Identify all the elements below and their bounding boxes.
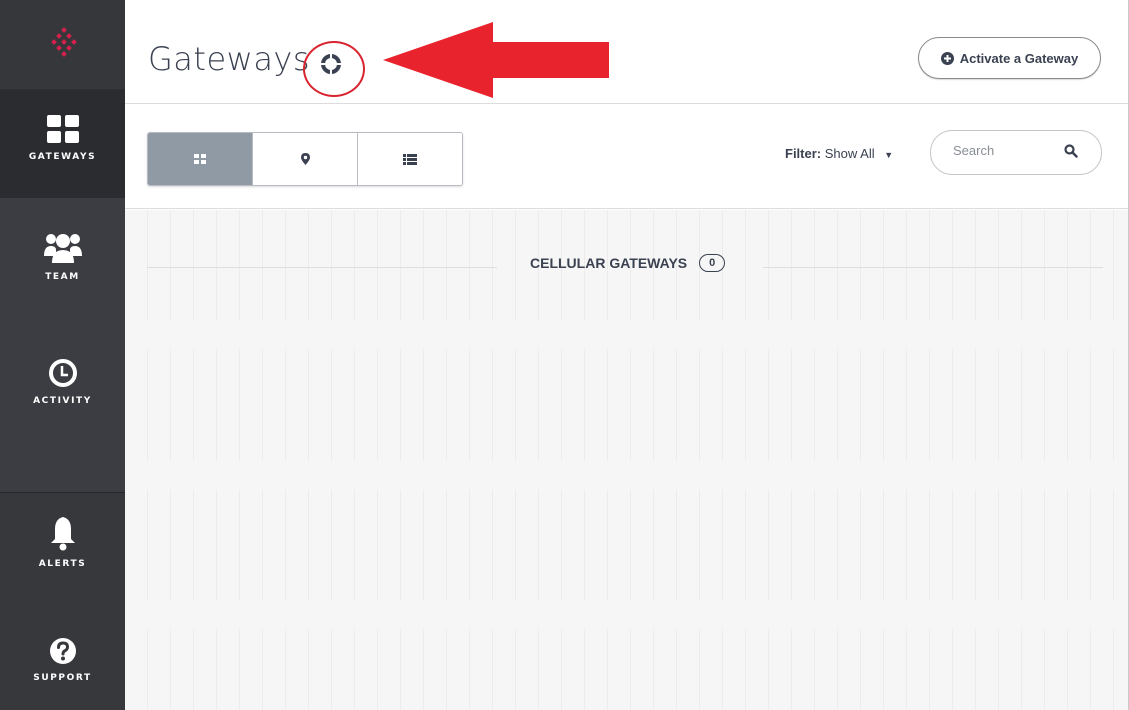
page-title: Gateways (148, 40, 311, 78)
filter-label: Filter: (785, 146, 822, 161)
sidebar-item-gateways[interactable]: GATEWAYS (0, 90, 125, 198)
annotation-arrow (383, 22, 609, 98)
sidebar-item-alerts[interactable]: ALERTS (0, 493, 125, 605)
annotation-circle (303, 41, 365, 97)
list-view-icon (403, 153, 417, 165)
filter-dropdown[interactable]: Filter: Show All ▼ (785, 146, 893, 161)
page-header: Gateways Activate a Gateway (125, 0, 1128, 104)
sidebar-item-label: SUPPORT (33, 673, 92, 683)
sidebar-item-label: ALERTS (38, 559, 87, 569)
map-pin-icon (300, 153, 310, 165)
background-pattern (125, 210, 1128, 710)
clock-icon (48, 359, 77, 387)
search-box[interactable] (930, 130, 1102, 175)
list-view-button[interactable] (358, 133, 462, 185)
logo-area (0, 0, 125, 90)
bell-icon (50, 517, 75, 551)
sidebar-item-support[interactable]: SUPPORT (0, 605, 125, 710)
sidebar-item-activity[interactable]: ACTIVITY (0, 328, 125, 493)
team-icon (43, 234, 82, 263)
gateway-list-area: CELLULAR GATEWAYS 0 (125, 210, 1128, 710)
sidebar: GATEWAYS TEAM ACTIVITY ALERTS SUPPORT (0, 0, 125, 710)
grid-icon (46, 115, 79, 143)
section-title: CELLULAR GATEWAYS (530, 255, 688, 271)
question-icon (49, 638, 76, 664)
view-toggle (147, 132, 463, 186)
activate-gateway-button[interactable]: Activate a Gateway (918, 37, 1101, 79)
toolbar: Filter: Show All ▼ (125, 105, 1128, 209)
count-badge: 0 (699, 254, 726, 272)
map-view-button[interactable] (253, 133, 358, 185)
activate-gateway-label: Activate a Gateway (959, 50, 1079, 66)
sidebar-item-label: ACTIVITY (33, 396, 92, 406)
grid-view-button[interactable] (148, 133, 253, 185)
grid-view-icon (194, 154, 206, 164)
caret-down-icon: ▼ (884, 150, 894, 160)
sidebar-item-label: TEAM (45, 272, 80, 282)
search-icon[interactable] (1064, 144, 1078, 158)
logo-icon[interactable] (50, 26, 78, 66)
section-header-cellular: CELLULAR GATEWAYS 0 (530, 254, 726, 272)
filter-value: Show All (824, 146, 875, 161)
sidebar-item-label: GATEWAYS (28, 152, 97, 162)
section-divider-left (147, 267, 497, 268)
search-input[interactable] (953, 143, 1063, 158)
section-divider-right (763, 267, 1103, 268)
plus-circle-icon (940, 51, 954, 65)
sidebar-item-team[interactable]: TEAM (0, 198, 125, 328)
